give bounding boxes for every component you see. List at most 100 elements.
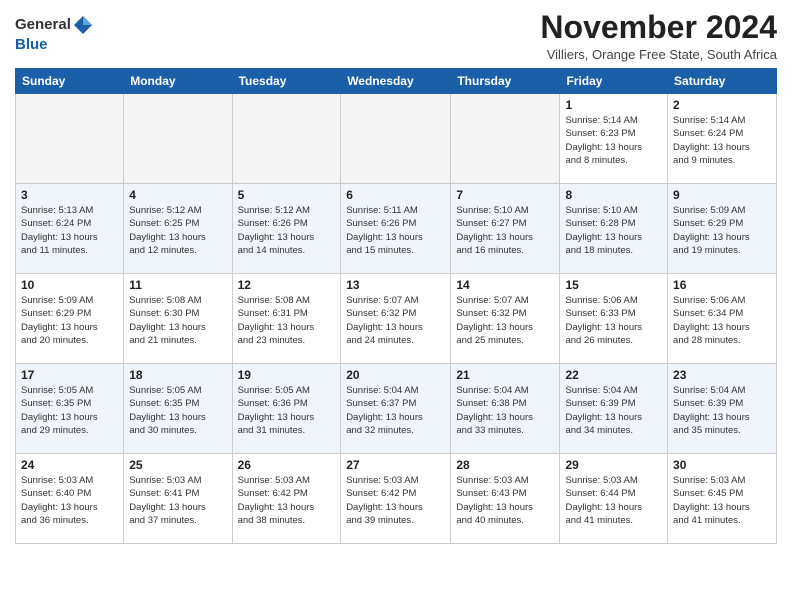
day-info: Sunrise: 5:03 AM Sunset: 6:41 PM Dayligh… [129, 474, 226, 527]
day-number: 28 [456, 458, 554, 472]
calendar-cell: 11 Sunrise: 5:08 AM Sunset: 6:30 PM Dayli… [124, 274, 232, 364]
calendar-cell: 23 Sunrise: 5:04 AM Sunset: 6:39 PM Dayli… [668, 364, 777, 454]
day-info: Sunrise: 5:12 AM Sunset: 6:25 PM Dayligh… [129, 204, 226, 257]
weekday-header-friday: Friday [560, 69, 668, 94]
day-number: 17 [21, 368, 118, 382]
calendar-cell: 12 Sunrise: 5:08 AM Sunset: 6:31 PM Dayli… [232, 274, 341, 364]
weekday-header-thursday: Thursday [451, 69, 560, 94]
day-info: Sunrise: 5:14 AM Sunset: 6:24 PM Dayligh… [673, 114, 771, 167]
day-info: Sunrise: 5:10 AM Sunset: 6:27 PM Dayligh… [456, 204, 554, 257]
day-number: 15 [565, 278, 662, 292]
calendar-cell: 15 Sunrise: 5:06 AM Sunset: 6:33 PM Dayli… [560, 274, 668, 364]
calendar-cell: 21 Sunrise: 5:04 AM Sunset: 6:38 PM Dayli… [451, 364, 560, 454]
calendar-cell [341, 94, 451, 184]
day-info: Sunrise: 5:13 AM Sunset: 6:24 PM Dayligh… [21, 204, 118, 257]
day-number: 21 [456, 368, 554, 382]
day-number: 29 [565, 458, 662, 472]
day-info: Sunrise: 5:04 AM Sunset: 6:39 PM Dayligh… [673, 384, 771, 437]
day-info: Sunrise: 5:03 AM Sunset: 6:40 PM Dayligh… [21, 474, 118, 527]
calendar-cell: 2 Sunrise: 5:14 AM Sunset: 6:24 PM Daylig… [668, 94, 777, 184]
day-info: Sunrise: 5:08 AM Sunset: 6:30 PM Dayligh… [129, 294, 226, 347]
calendar-cell: 26 Sunrise: 5:03 AM Sunset: 6:42 PM Dayli… [232, 454, 341, 544]
day-number: 26 [238, 458, 336, 472]
calendar-cell: 30Sunrise: 5:03 AM Sunset: 6:45 PM Dayli… [668, 454, 777, 544]
calendar-cell: 4 Sunrise: 5:12 AM Sunset: 6:25 PM Daylig… [124, 184, 232, 274]
day-number: 16 [673, 278, 771, 292]
logo-general: General [15, 16, 71, 33]
calendar-cell: 25 Sunrise: 5:03 AM Sunset: 6:41 PM Dayli… [124, 454, 232, 544]
day-number: 22 [565, 368, 662, 382]
day-number: 14 [456, 278, 554, 292]
calendar-cell: 13Sunrise: 5:07 AM Sunset: 6:32 PM Dayli… [341, 274, 451, 364]
day-number: 4 [129, 188, 226, 202]
title-block: November 2024 Villiers, Orange Free Stat… [540, 10, 777, 62]
logo-icon [72, 14, 94, 36]
day-number: 7 [456, 188, 554, 202]
calendar-cell [451, 94, 560, 184]
day-number: 18 [129, 368, 226, 382]
calendar-cell: 7 Sunrise: 5:10 AM Sunset: 6:27 PM Daylig… [451, 184, 560, 274]
calendar-cell [232, 94, 341, 184]
calendar-cell: 14 Sunrise: 5:07 AM Sunset: 6:32 PM Dayli… [451, 274, 560, 364]
day-info: Sunrise: 5:04 AM Sunset: 6:39 PM Dayligh… [565, 384, 662, 437]
subtitle: Villiers, Orange Free State, South Afric… [540, 47, 777, 62]
day-info: Sunrise: 5:04 AM Sunset: 6:38 PM Dayligh… [456, 384, 554, 437]
header: General Blue November 2024 Villiers, Ora… [15, 10, 777, 62]
day-info: Sunrise: 5:05 AM Sunset: 6:36 PM Dayligh… [238, 384, 336, 437]
calendar-cell: 8Sunrise: 5:10 AM Sunset: 6:28 PM Daylig… [560, 184, 668, 274]
weekday-header-sunday: Sunday [16, 69, 124, 94]
day-info: Sunrise: 5:08 AM Sunset: 6:31 PM Dayligh… [238, 294, 336, 347]
day-info: Sunrise: 5:11 AM Sunset: 6:26 PM Dayligh… [346, 204, 445, 257]
day-info: Sunrise: 5:05 AM Sunset: 6:35 PM Dayligh… [129, 384, 226, 437]
calendar-cell [124, 94, 232, 184]
day-number: 2 [673, 98, 771, 112]
page: General Blue November 2024 Villiers, Ora… [0, 0, 792, 554]
calendar-cell: 17 Sunrise: 5:05 AM Sunset: 6:35 PM Dayli… [16, 364, 124, 454]
calendar-cell: 22 Sunrise: 5:04 AM Sunset: 6:39 PM Dayli… [560, 364, 668, 454]
day-number: 8 [565, 188, 662, 202]
day-number: 20 [346, 368, 445, 382]
day-number: 3 [21, 188, 118, 202]
calendar-cell: 29Sunrise: 5:03 AM Sunset: 6:44 PM Dayli… [560, 454, 668, 544]
day-info: Sunrise: 5:06 AM Sunset: 6:33 PM Dayligh… [565, 294, 662, 347]
calendar-cell: 18 Sunrise: 5:05 AM Sunset: 6:35 PM Dayli… [124, 364, 232, 454]
calendar-cell: 19 Sunrise: 5:05 AM Sunset: 6:36 PM Dayli… [232, 364, 341, 454]
weekday-header-saturday: Saturday [668, 69, 777, 94]
day-info: Sunrise: 5:03 AM Sunset: 6:42 PM Dayligh… [238, 474, 336, 527]
day-number: 10 [21, 278, 118, 292]
day-number: 12 [238, 278, 336, 292]
calendar-cell: 24 Sunrise: 5:03 AM Sunset: 6:40 PM Dayli… [16, 454, 124, 544]
day-info: Sunrise: 5:03 AM Sunset: 6:43 PM Dayligh… [456, 474, 554, 527]
day-info: Sunrise: 5:09 AM Sunset: 6:29 PM Dayligh… [673, 204, 771, 257]
calendar-cell: 5 Sunrise: 5:12 AM Sunset: 6:26 PM Daylig… [232, 184, 341, 274]
day-info: Sunrise: 5:14 AM Sunset: 6:23 PM Dayligh… [565, 114, 662, 167]
calendar-cell: 16 Sunrise: 5:06 AM Sunset: 6:34 PM Dayli… [668, 274, 777, 364]
day-number: 13 [346, 278, 445, 292]
calendar: SundayMondayTuesdayWednesdayThursdayFrid… [15, 68, 777, 544]
day-number: 6 [346, 188, 445, 202]
day-info: Sunrise: 5:03 AM Sunset: 6:45 PM Dayligh… [673, 474, 771, 527]
logo-blue: Blue [15, 36, 48, 53]
day-info: Sunrise: 5:04 AM Sunset: 6:37 PM Dayligh… [346, 384, 445, 437]
day-info: Sunrise: 5:05 AM Sunset: 6:35 PM Dayligh… [21, 384, 118, 437]
day-number: 24 [21, 458, 118, 472]
day-number: 27 [346, 458, 445, 472]
day-info: Sunrise: 5:06 AM Sunset: 6:34 PM Dayligh… [673, 294, 771, 347]
logo: General Blue [15, 14, 95, 53]
day-info: Sunrise: 5:12 AM Sunset: 6:26 PM Dayligh… [238, 204, 336, 257]
calendar-cell: 27Sunrise: 5:03 AM Sunset: 6:42 PM Dayli… [341, 454, 451, 544]
calendar-cell: 6 Sunrise: 5:11 AM Sunset: 6:26 PM Daylig… [341, 184, 451, 274]
calendar-cell: 3 Sunrise: 5:13 AM Sunset: 6:24 PM Daylig… [16, 184, 124, 274]
day-number: 1 [565, 98, 662, 112]
day-number: 11 [129, 278, 226, 292]
calendar-cell: 20 Sunrise: 5:04 AM Sunset: 6:37 PM Dayli… [341, 364, 451, 454]
calendar-cell: 1 Sunrise: 5:14 AM Sunset: 6:23 PM Daylig… [560, 94, 668, 184]
day-info: Sunrise: 5:07 AM Sunset: 6:32 PM Dayligh… [456, 294, 554, 347]
weekday-header-monday: Monday [124, 69, 232, 94]
day-number: 5 [238, 188, 336, 202]
day-number: 23 [673, 368, 771, 382]
day-number: 25 [129, 458, 226, 472]
day-number: 19 [238, 368, 336, 382]
day-number: 9 [673, 188, 771, 202]
day-info: Sunrise: 5:09 AM Sunset: 6:29 PM Dayligh… [21, 294, 118, 347]
